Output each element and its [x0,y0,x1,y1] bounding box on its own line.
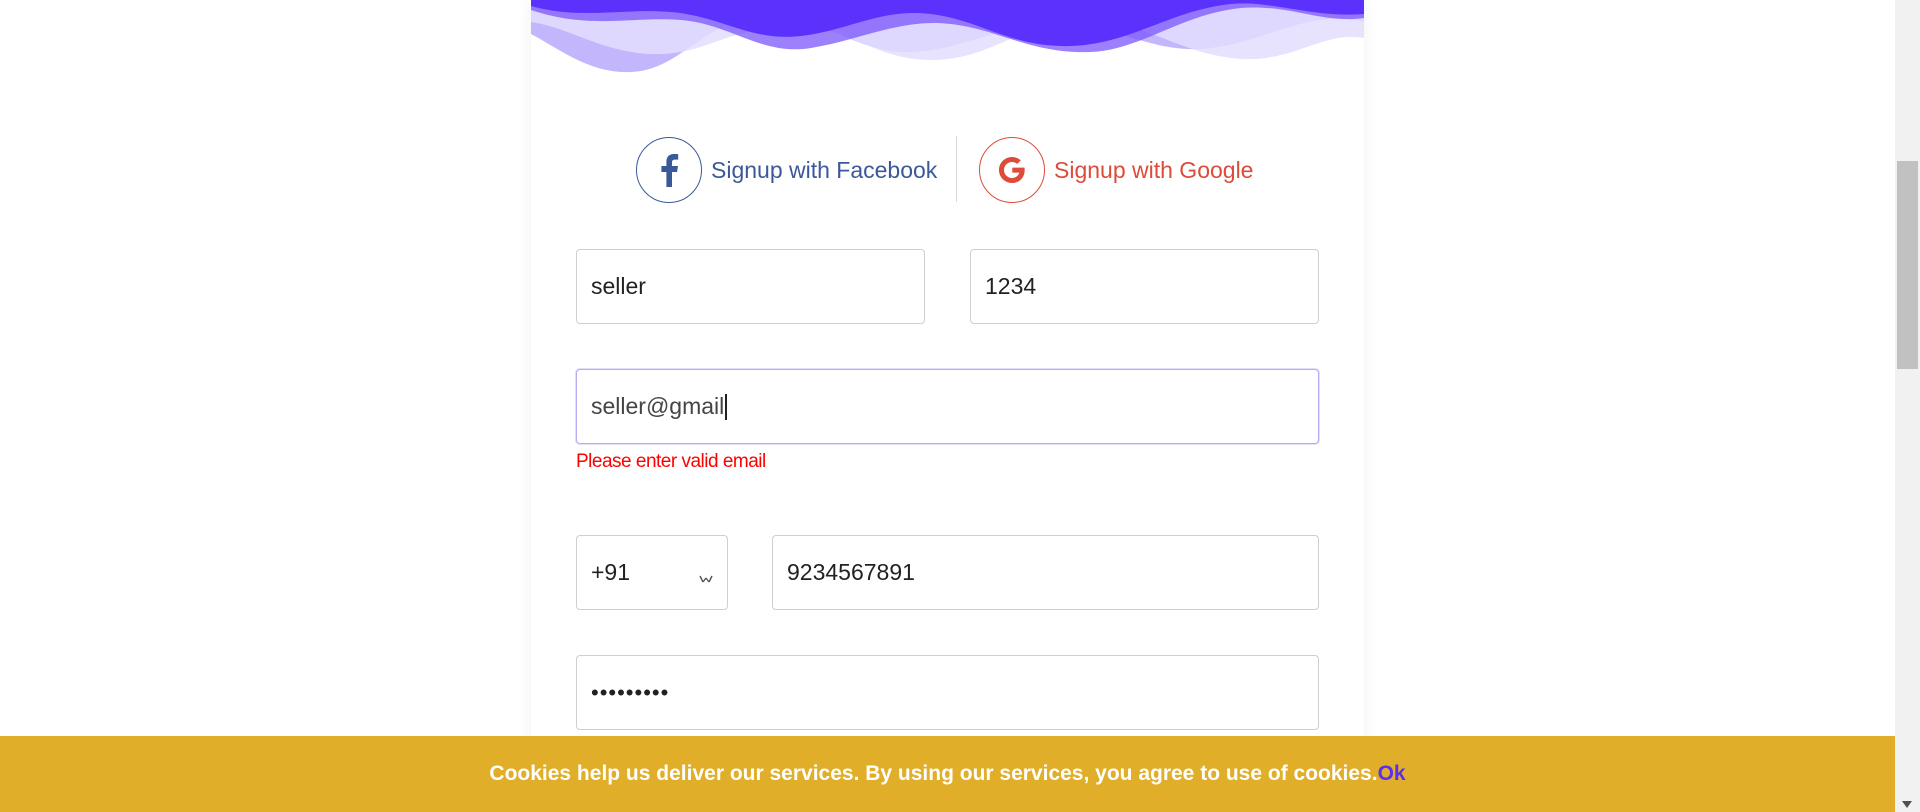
header-wave [531,0,1364,73]
phone-number-value: 9234567891 [787,559,915,585]
password-value: ••••••••• [591,679,670,705]
last-name-field[interactable]: 1234 [970,249,1319,324]
google-icon [979,137,1045,203]
first-name-value: seller [591,273,646,299]
text-caret [725,393,727,420]
facebook-icon [636,137,702,203]
chevron-down-icon [699,575,713,583]
facebook-signup-label: Signup with Facebook [711,156,938,183]
cookie-message: Cookies help us deliver our services. By… [489,762,1378,785]
google-signup-label: Signup with Google [1054,156,1254,183]
vertical-scrollbar[interactable] [1895,0,1920,812]
email-value: seller@gmail [591,393,725,419]
country-code-select[interactable]: +91 [576,535,728,610]
signup-card: Signup with Facebook Signup with Google … [531,0,1364,812]
google-signup-button[interactable]: Signup with Google [979,136,1253,204]
page-viewport: Signup with Facebook Signup with Google … [0,0,1920,812]
phone-number-field[interactable]: 9234567891 [772,535,1319,610]
first-name-field[interactable]: seller [576,249,925,324]
social-signup-row: Signup with Facebook Signup with Google [531,136,1364,204]
last-name-value: 1234 [985,273,1037,299]
password-field[interactable]: ••••••••• [576,655,1319,730]
email-error-message: Please enter valid email [576,451,766,472]
scrollbar-thumb[interactable] [1897,161,1918,369]
social-divider [956,136,957,202]
cookie-consent-bar: Cookies help us deliver our services. By… [0,736,1895,812]
email-field[interactable]: seller@gmail [576,369,1319,444]
facebook-signup-button[interactable]: Signup with Facebook [636,136,937,204]
country-code-value: +91 [591,559,631,585]
cookie-ok-button[interactable]: Ok [1378,762,1406,786]
scroll-down-arrow-icon[interactable] [1902,801,1912,808]
